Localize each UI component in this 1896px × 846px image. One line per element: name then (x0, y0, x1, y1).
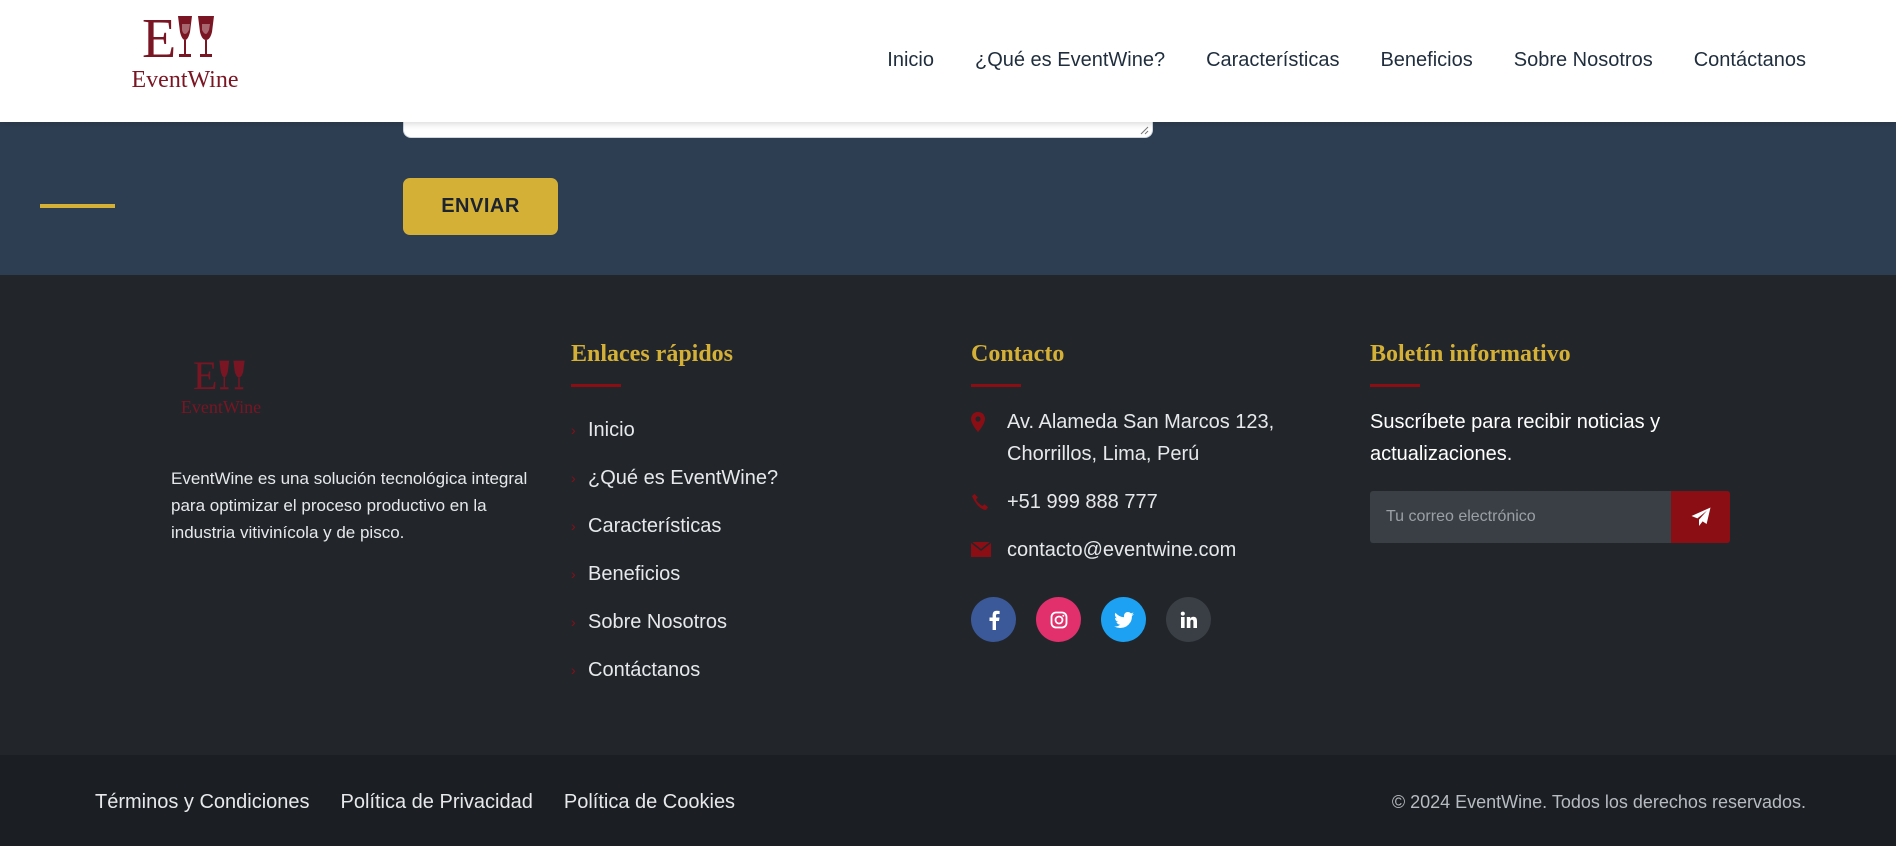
address-line-1: Av. Alameda San Marcos 123, (1007, 411, 1275, 433)
quick-links-rule (571, 384, 621, 387)
quick-link-label: Características (588, 514, 722, 537)
site-header: E EventWine Inicio ¿Qué es EventWine? Ca… (0, 0, 1896, 122)
quick-link-contactanos[interactable]: › Contáctanos (571, 646, 778, 694)
chevron-right-icon: › (571, 470, 576, 486)
logo-monogram: E (142, 8, 216, 70)
envelope-icon (970, 534, 1007, 567)
quick-link-label: Inicio (588, 418, 635, 441)
nav-inicio[interactable]: Inicio (887, 48, 934, 72)
section-accent-line (40, 204, 115, 208)
facebook-icon[interactable] (971, 597, 1016, 642)
email-address[interactable]: contacto@eventwine.com (1007, 534, 1236, 567)
chevron-right-icon: › (571, 662, 576, 678)
footer-bottom-bar: Términos y Condiciones Política de Priva… (0, 755, 1896, 846)
copyright-text: © 2024 EventWine. Todos los derechos res… (1391, 792, 1806, 812)
footer-logo-letter-e: E (193, 353, 218, 398)
contact-address: Av. Alameda San Marcos 123, Chorrillos, … (971, 406, 1274, 470)
quick-link-label: Sobre Nosotros (588, 610, 727, 633)
newsletter-submit-button[interactable] (1671, 491, 1730, 543)
nav-beneficios[interactable]: Beneficios (1380, 48, 1472, 72)
newsletter-email-input[interactable] (1370, 491, 1671, 543)
newsletter-form (1370, 491, 1730, 543)
twitter-icon[interactable] (1101, 597, 1146, 642)
main-nav: Inicio ¿Qué es EventWine? Característica… (887, 48, 1806, 72)
nav-caracteristicas[interactable]: Características (1206, 48, 1339, 72)
chevron-right-icon: › (571, 614, 576, 630)
quick-link-beneficios[interactable]: › Beneficios (571, 550, 778, 598)
nav-sobre-nosotros[interactable]: Sobre Nosotros (1514, 48, 1653, 72)
phone-icon (971, 486, 1007, 521)
nav-que-es[interactable]: ¿Qué es EventWine? (975, 48, 1165, 72)
message-textarea[interactable] (403, 122, 1153, 138)
send-button[interactable]: ENVIAR (403, 178, 558, 235)
footer-wine-glasses-icon (219, 360, 245, 390)
quick-link-sobre-nosotros[interactable]: › Sobre Nosotros (571, 598, 778, 646)
newsletter-title: Boletín informativo (1370, 341, 1571, 367)
brand-logo[interactable]: E EventWine (124, 8, 246, 93)
quick-link-caracteristicas[interactable]: › Características (571, 502, 778, 550)
quick-link-inicio[interactable]: › Inicio (571, 406, 778, 454)
linkedin-icon[interactable] (1166, 597, 1211, 642)
quick-links-list: › Inicio › ¿Qué es EventWine? › Característ… (571, 406, 778, 694)
contact-title: Contacto (971, 341, 1065, 367)
contact-rule (971, 384, 1021, 387)
contact-form-section: ENVIAR (0, 122, 1896, 275)
terms-link[interactable]: Términos y Condiciones (95, 790, 310, 814)
quick-link-label: Contáctanos (588, 658, 701, 681)
privacy-link[interactable]: Política de Privacidad (341, 790, 533, 814)
nav-contactanos[interactable]: Contáctanos (1694, 48, 1806, 72)
cookies-link[interactable]: Política de Cookies (564, 790, 735, 814)
quick-links-title: Enlaces rápidos (571, 341, 734, 367)
phone-number[interactable]: +51 999 888 777 (1007, 486, 1158, 521)
wine-glasses-icon (178, 16, 215, 57)
logo-wordmark: EventWine (131, 67, 239, 93)
paper-plane-icon (1691, 507, 1710, 526)
contact-email: contacto@eventwine.com (970, 534, 1236, 567)
map-marker-icon (971, 406, 1007, 470)
chevron-right-icon: › (571, 518, 576, 534)
footer-logo-wordmark: EventWine (180, 397, 262, 417)
legal-links: Términos y Condiciones Política de Priva… (95, 790, 735, 814)
resize-handle-icon[interactable] (1140, 126, 1149, 135)
instagram-icon[interactable] (1036, 597, 1081, 642)
about-text: EventWine es una solución tecnológica in… (171, 469, 528, 542)
site-footer: E EventWine EventWine es una solución te… (0, 275, 1896, 755)
chevron-right-icon: › (571, 566, 576, 582)
social-links (971, 597, 1211, 642)
contact-phone: +51 999 888 777 (971, 486, 1158, 521)
newsletter-rule (1370, 384, 1420, 387)
footer-logo[interactable]: E EventWine (180, 353, 262, 418)
logo-letter-e: E (142, 8, 177, 70)
chevron-right-icon: › (571, 422, 576, 438)
quick-link-label: ¿Qué es EventWine? (588, 466, 779, 489)
quick-link-que-es[interactable]: › ¿Qué es EventWine? (571, 454, 778, 502)
quick-link-label: Beneficios (588, 562, 681, 585)
address-line-2: Chorrillos, Lima, Perú (1007, 443, 1200, 465)
newsletter-text: Suscríbete para recibir noticias y actua… (1370, 411, 1661, 465)
